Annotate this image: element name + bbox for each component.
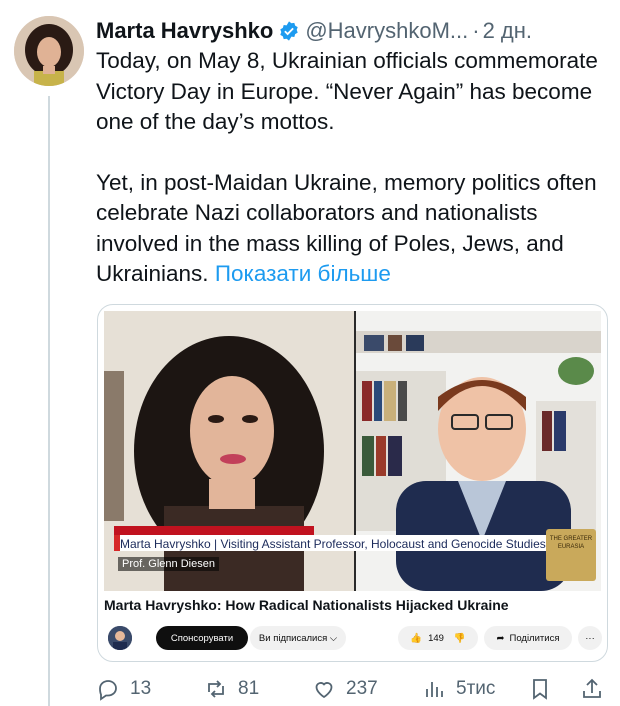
tweet-paragraph-2: Yet, in post-Maidan Ukraine, memory poli… bbox=[96, 168, 601, 290]
thumbs-up-icon: 👍 bbox=[410, 632, 423, 644]
bookmark-icon bbox=[533, 679, 547, 700]
lower-third-subtitle: Prof. Glenn Diesen bbox=[118, 557, 219, 571]
subscribed-button[interactable]: Ви підписалися ⌵ bbox=[250, 626, 346, 650]
verified-badge-icon bbox=[278, 20, 300, 42]
author-handle[interactable]: @HavryshkoM... bbox=[305, 18, 468, 44]
video-thumbnail[interactable]: Marta Havryshko | Visiting Assistant Pro… bbox=[104, 311, 601, 591]
share-label: Поділитися bbox=[509, 632, 560, 644]
heart-icon bbox=[315, 682, 333, 699]
like-count: 237 bbox=[346, 678, 378, 699]
lower-third-accent bbox=[114, 526, 314, 535]
lower-third-title: Marta Havryshko | Visiting Assistant Pro… bbox=[120, 537, 546, 551]
like-dislike-button[interactable]: 👍 149 👎 bbox=[398, 626, 478, 650]
upload-share-icon bbox=[583, 678, 601, 698]
reply-icon bbox=[99, 680, 117, 701]
tweet-actions: 13 81 237 5тис bbox=[96, 674, 606, 704]
video-card[interactable]: Marta Havryshko | Visiting Assistant Pro… bbox=[97, 304, 608, 662]
repost-button[interactable]: 81 bbox=[204, 674, 259, 704]
channel-avatar[interactable] bbox=[108, 626, 132, 650]
repost-count: 81 bbox=[238, 678, 260, 699]
thread-line bbox=[48, 96, 50, 706]
tweet-paragraph-1: Today, on May 8, Ukrainian officials com… bbox=[96, 48, 598, 134]
tweet-timestamp[interactable]: 2 дн. bbox=[483, 18, 532, 44]
avatar-image bbox=[14, 16, 84, 86]
thumbs-down-icon: 👎 bbox=[453, 632, 466, 644]
like-button[interactable]: 237 bbox=[312, 674, 378, 704]
author-name[interactable]: Marta Havryshko bbox=[96, 18, 273, 44]
views-chart-icon bbox=[426, 682, 443, 697]
sponsor-button[interactable]: Спонсорувати bbox=[156, 626, 248, 650]
share-button[interactable]: ➦ Поділитися bbox=[484, 626, 572, 650]
share-tweet-button[interactable] bbox=[580, 674, 604, 704]
tweet-text: Today, on May 8, Ukrainian officials com… bbox=[96, 46, 601, 290]
views-count: 5тис bbox=[456, 678, 496, 699]
channel-logo-badge: THE GREATER EURASIA bbox=[546, 529, 596, 581]
reply-button[interactable]: 13 bbox=[96, 674, 151, 704]
reply-count: 13 bbox=[130, 678, 152, 699]
like-count: 149 bbox=[428, 632, 444, 644]
repost-icon bbox=[208, 680, 224, 698]
more-options-button[interactable]: ··· bbox=[578, 626, 602, 650]
author-avatar[interactable] bbox=[14, 16, 84, 86]
video-title[interactable]: Marta Havryshko: How Radical Nationalist… bbox=[104, 597, 509, 613]
separator-dot: · bbox=[472, 18, 480, 43]
show-more-link[interactable]: Показати більше bbox=[215, 261, 391, 286]
share-arrow-icon: ➦ bbox=[496, 632, 505, 644]
youtube-action-bar: Спонсорувати Ви підписалися ⌵ 👍 149 👎 ➦ … bbox=[104, 621, 602, 653]
tweet-header: Marta Havryshko @HavryshkoM... · 2 дн. bbox=[96, 14, 606, 48]
views-button[interactable]: 5тис bbox=[422, 674, 495, 704]
bookmark-button[interactable] bbox=[528, 674, 552, 704]
